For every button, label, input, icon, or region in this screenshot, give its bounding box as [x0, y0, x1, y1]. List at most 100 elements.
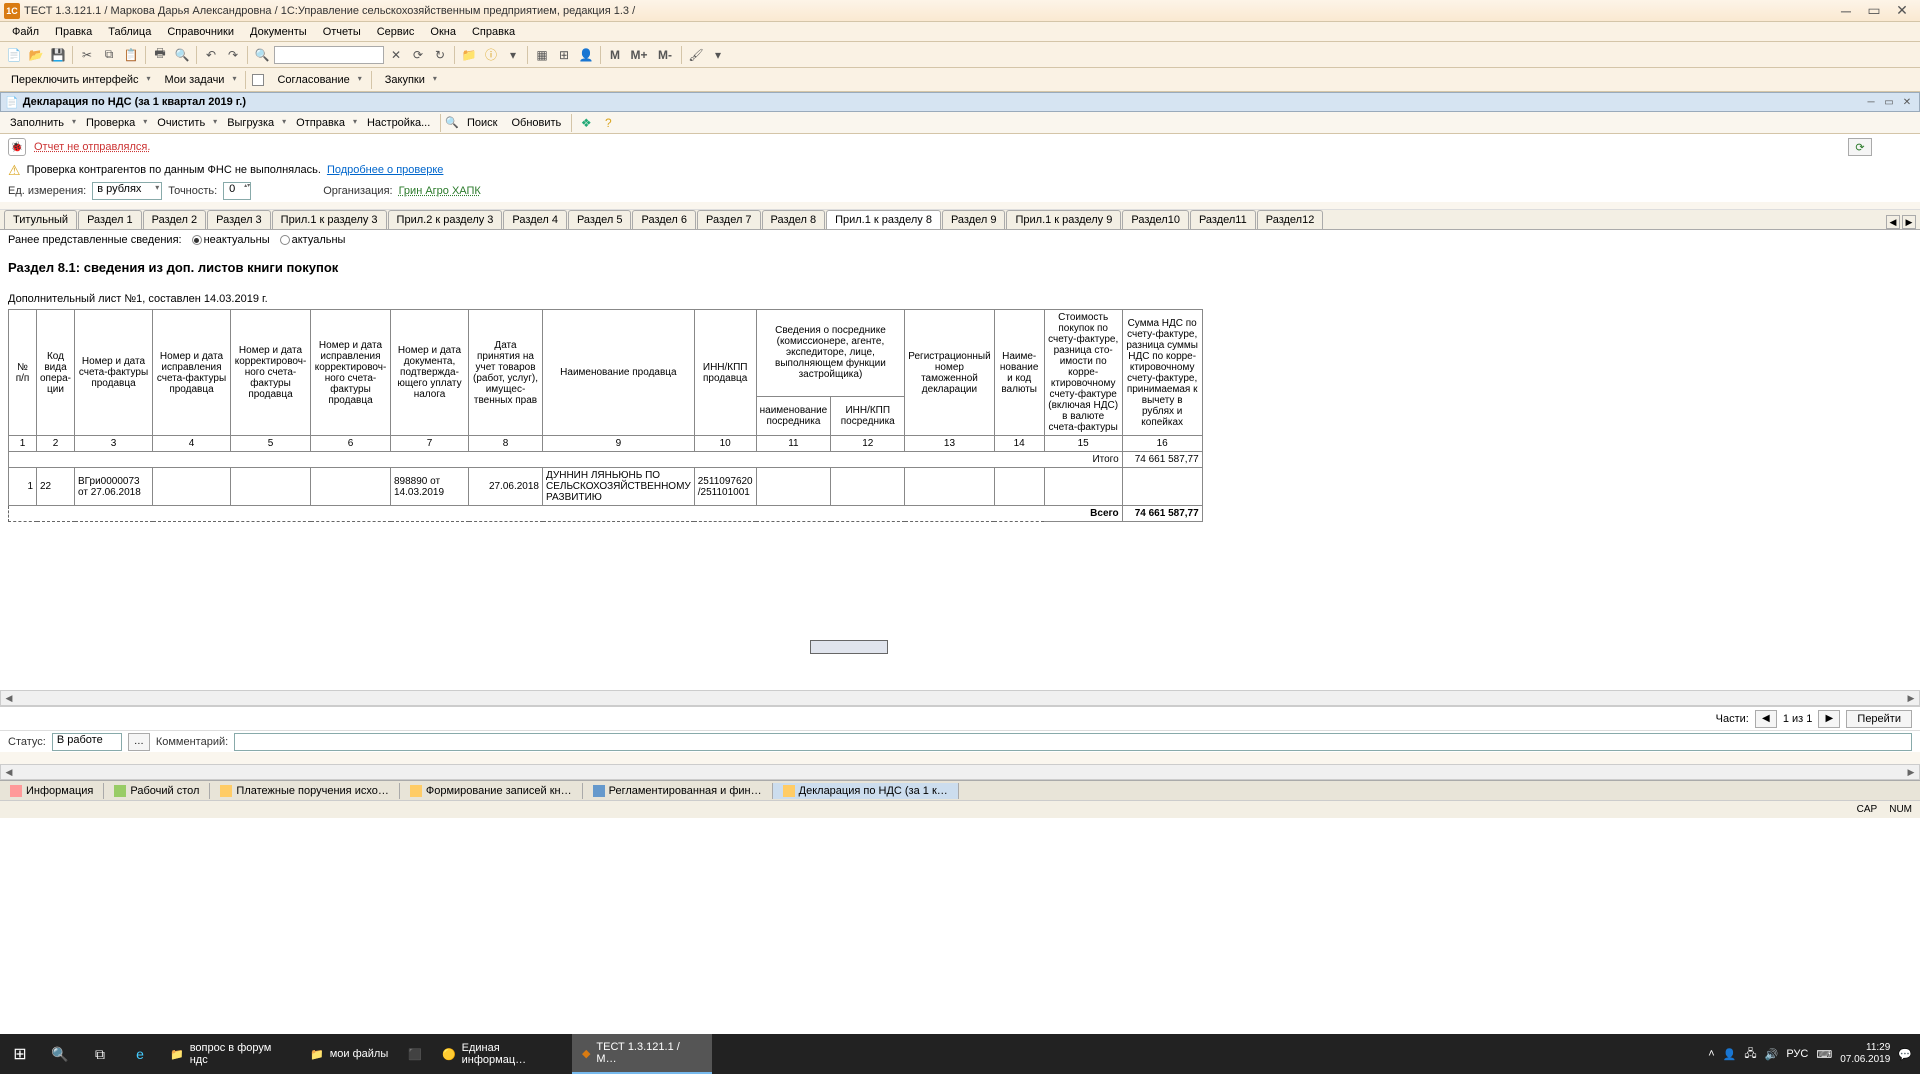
unit-select[interactable]: в рублях [92, 182, 162, 200]
scroll-track[interactable] [17, 765, 1903, 779]
tray-clock[interactable]: 11:29 07.06.2019 [1840, 1042, 1890, 1066]
agreement-button[interactable]: Согласование [270, 71, 364, 89]
redo-icon[interactable]: ↷ [223, 45, 243, 65]
clear-button[interactable]: Очистить [151, 115, 219, 131]
scroll-right-icon[interactable]: ▶ [1903, 765, 1919, 779]
upload-button[interactable]: Выгрузка [221, 115, 288, 131]
setup-button[interactable]: Настройка... [361, 115, 436, 131]
tab-sec9[interactable]: Раздел 9 [942, 210, 1006, 229]
table-icon[interactable]: ⊞ [554, 45, 574, 65]
tab-app1-9[interactable]: Прил.1 к разделу 9 [1006, 210, 1121, 229]
dropdown-icon[interactable]: ▾ [503, 45, 523, 65]
wtab-info[interactable]: Информация [0, 783, 104, 799]
search-button[interactable]: Поиск [461, 115, 503, 131]
memory-mminus[interactable]: M- [653, 45, 677, 65]
parts-next-button[interactable]: ▶ [1818, 710, 1840, 728]
scroll-left-icon[interactable]: ◀ [1, 691, 17, 705]
task-app[interactable]: ⬛ [398, 1034, 432, 1074]
cell-sf[interactable]: ВГри0000073 от 27.06.2018 [75, 468, 153, 506]
brush-icon[interactable]: 🖌 [686, 45, 706, 65]
taskbar-search-icon[interactable]: 🔍 [40, 1034, 80, 1074]
cell-date[interactable]: 27.06.2018 [469, 468, 543, 506]
tab-sec5[interactable]: Раздел 5 [568, 210, 632, 229]
tray-volume-icon[interactable]: 🔊 [1765, 1048, 1779, 1061]
close-button[interactable]: ✕ [1888, 2, 1916, 20]
task-chrome[interactable]: 🟡Единая информац… [432, 1034, 572, 1074]
warning-link[interactable]: Подробнее о проверке [327, 164, 443, 176]
wtab-desktop[interactable]: Рабочий стол [104, 783, 210, 799]
status-picker-button[interactable]: … [128, 733, 150, 751]
new-icon[interactable]: 📄 [4, 45, 24, 65]
search-icon[interactable]: 🔍 [252, 45, 272, 65]
refresh-button[interactable]: Обновить [505, 115, 567, 131]
tab-app2-3[interactable]: Прил.2 к разделу 3 [388, 210, 503, 229]
tray-lang[interactable]: РУС [1786, 1048, 1808, 1060]
menu-windows[interactable]: Окна [422, 24, 464, 40]
open-icon[interactable]: 📂 [26, 45, 46, 65]
grid-icon[interactable]: ▦ [532, 45, 552, 65]
tab-sec1[interactable]: Раздел 1 [78, 210, 142, 229]
wtab-payments[interactable]: Платежные поручения исхо… [210, 783, 399, 799]
scroll-left-icon[interactable]: ◀ [1, 765, 17, 779]
tray-up-icon[interactable]: ˄ [1708, 1048, 1714, 1060]
search-input[interactable] [274, 46, 384, 64]
tab-sec8[interactable]: Раздел 8 [762, 210, 826, 229]
tab-sec7[interactable]: Раздел 7 [697, 210, 761, 229]
copy-icon[interactable]: ⧉ [99, 45, 119, 65]
help-icon[interactable]: ? [598, 113, 618, 133]
tab-sec6[interactable]: Раздел 6 [632, 210, 696, 229]
task-forum[interactable]: 📁вопрос в форум ндс [160, 1034, 300, 1074]
maximize-button[interactable]: ▭ [1860, 2, 1888, 20]
cut-icon[interactable]: ✂ [77, 45, 97, 65]
wtab-regl[interactable]: Регламентированная и фин… [583, 783, 773, 799]
org-value[interactable]: Грин Агро ХАПК [399, 185, 481, 197]
my-tasks-button[interactable]: Мои задачи [158, 71, 240, 89]
taskview-icon[interactable]: ⧉ [80, 1034, 120, 1074]
tab-scroll-right[interactable]: ▶ [1902, 215, 1916, 229]
menu-reports[interactable]: Отчеты [315, 24, 369, 40]
cell-code[interactable]: 22 [37, 468, 75, 506]
tab-title[interactable]: Титульный [4, 210, 77, 229]
outer-h-scrollbar[interactable]: ◀ ▶ [0, 764, 1920, 780]
h-scrollbar[interactable]: ◀ ▶ [0, 690, 1920, 706]
menu-documents[interactable]: Документы [242, 24, 315, 40]
task-1c[interactable]: ◆ТЕСТ 1.3.121.1 / М… [572, 1034, 712, 1074]
check-button[interactable]: Проверка [80, 115, 149, 131]
switch-interface-button[interactable]: Переключить интерфейс [4, 71, 154, 89]
start-button[interactable]: ⊞ [0, 1034, 40, 1074]
user-icon[interactable]: 👤 [576, 45, 596, 65]
parts-prev-button[interactable]: ◀ [1755, 710, 1777, 728]
refresh-status-button[interactable]: ⟳ [1848, 138, 1872, 156]
tray-network-icon[interactable]: 🖧 [1744, 1045, 1756, 1064]
tab-sec4[interactable]: Раздел 4 [503, 210, 567, 229]
menu-edit[interactable]: Правка [47, 24, 100, 40]
paste-icon[interactable]: 📋 [121, 45, 141, 65]
go-button[interactable]: Перейти [1846, 710, 1912, 728]
menu-table[interactable]: Таблица [100, 24, 159, 40]
dropdown-icon[interactable]: ▾ [708, 45, 728, 65]
tab-sec2[interactable]: Раздел 2 [143, 210, 207, 229]
comment-input[interactable] [234, 733, 1912, 751]
save-icon[interactable]: 💾 [48, 45, 68, 65]
tab-sec11[interactable]: Раздел11 [1190, 210, 1256, 229]
tray-notifications-icon[interactable]: 💬 [1898, 1048, 1912, 1061]
menu-catalogs[interactable]: Справочники [159, 24, 242, 40]
cell-doc[interactable]: 898890 от 14.03.2019 [391, 468, 469, 506]
cell-inn[interactable]: 2511097620 /251101001 [694, 468, 756, 506]
nav-icon[interactable]: ↻ [430, 45, 450, 65]
tab-app1-3[interactable]: Прил.1 к разделу 3 [272, 210, 387, 229]
tab-sec12[interactable]: Раздел12 [1257, 210, 1324, 229]
precision-input[interactable]: 0 [223, 182, 251, 200]
doc-close-icon[interactable]: ✕ [1899, 95, 1915, 109]
radio-inactual[interactable]: неактуальны [192, 234, 270, 246]
tray-keyboard-icon[interactable]: ⌨ [1816, 1048, 1832, 1061]
tab-sec10[interactable]: Раздел10 [1122, 210, 1189, 229]
radio-actual[interactable]: актуальны [280, 234, 346, 246]
edge-icon[interactable]: e [120, 1034, 160, 1074]
menu-file[interactable]: Файл [4, 24, 47, 40]
task-files[interactable]: 📁мои файлы [300, 1034, 398, 1074]
tab-scroll-left[interactable]: ◀ [1886, 215, 1900, 229]
cell-n[interactable]: 1 [9, 468, 37, 506]
doc-minimize-icon[interactable]: ─ [1863, 95, 1879, 109]
menu-help[interactable]: Справка [464, 24, 523, 40]
